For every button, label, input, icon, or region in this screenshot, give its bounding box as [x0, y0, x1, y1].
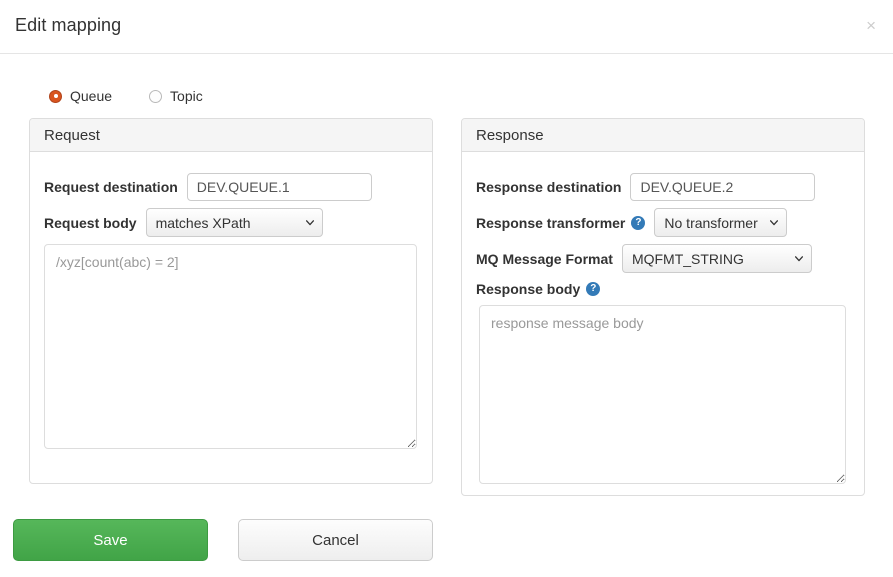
radio-label-queue: Queue	[70, 88, 113, 104]
response-panel: Response Response destination Response t…	[461, 118, 865, 496]
close-icon[interactable]: ×	[862, 15, 880, 36]
radio-option-topic[interactable]: Topic	[149, 88, 203, 104]
save-button[interactable]: Save	[13, 519, 208, 561]
response-body-row: Response body ?	[476, 281, 601, 297]
request-destination-row: Request destination	[44, 173, 372, 201]
response-transformer-select-wrap: No transformer	[654, 208, 788, 237]
request-body-matcher-row: Request body matches XPath	[44, 208, 323, 237]
request-body-label: Request body	[44, 214, 137, 231]
request-panel-title: Request	[44, 126, 100, 144]
cancel-button[interactable]: Cancel	[238, 519, 433, 561]
request-body-matcher-select[interactable]: matches XPath	[145, 208, 323, 237]
request-destination-input[interactable]	[186, 173, 372, 201]
radio-label-topic: Topic	[170, 88, 203, 104]
help-icon-response-transformer[interactable]: ?	[631, 215, 646, 230]
modal-header: Edit mapping ×	[0, 0, 893, 54]
destination-type-radio-group: Queue Topic	[49, 86, 203, 106]
response-panel-header: Response	[462, 119, 864, 152]
response-transformer-label: Response transformer	[476, 214, 626, 231]
page-title: Edit mapping	[15, 15, 122, 35]
radio-mark-topic[interactable]	[149, 89, 163, 103]
response-destination-label: Response destination	[476, 179, 622, 195]
request-panel-header: Request	[30, 119, 432, 152]
response-destination-input[interactable]	[630, 173, 816, 201]
response-panel-title: Response	[476, 126, 544, 144]
mq-message-format-row: MQ Message Format MQFMT_STRING	[476, 244, 812, 273]
radio-option-queue[interactable]: Queue	[49, 88, 112, 104]
response-destination-row: Response destination	[476, 173, 816, 201]
request-destination-label: Request destination	[44, 179, 178, 195]
help-icon-response-body[interactable]: ?	[586, 282, 601, 296]
response-transformer-select[interactable]: No transformer	[654, 208, 788, 237]
request-body-matcher-select-wrap: matches XPath	[145, 208, 323, 237]
request-panel: Request Request destination Request body…	[29, 118, 433, 484]
request-body-textarea[interactable]	[44, 244, 417, 449]
mq-message-format-label: MQ Message Format	[476, 250, 613, 267]
response-transformer-row: Response transformer ? No transformer	[476, 208, 788, 237]
response-body-label: Response body	[476, 281, 581, 297]
mq-message-format-select[interactable]: MQFMT_STRING	[621, 244, 812, 273]
response-body-textarea[interactable]	[479, 305, 846, 484]
mq-message-format-select-wrap: MQFMT_STRING	[621, 244, 812, 273]
radio-mark-queue[interactable]	[49, 89, 62, 103]
